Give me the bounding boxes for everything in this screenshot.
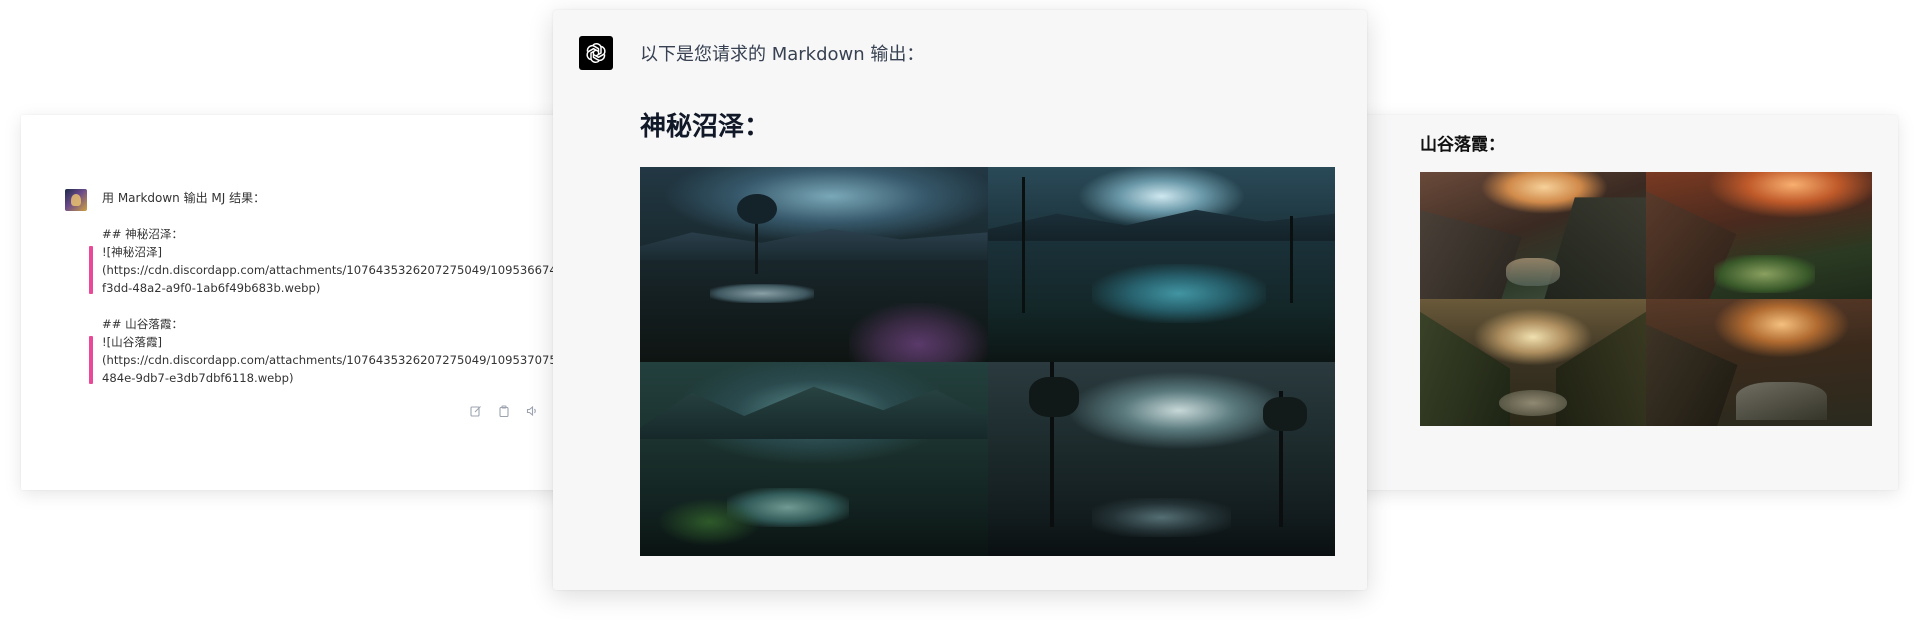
copy-icon[interactable] <box>496 403 512 419</box>
swamp-image-3 <box>640 361 988 556</box>
edit-icon[interactable] <box>468 403 484 419</box>
md-line-2b: (https://cdn.discordapp.com/attachments/… <box>102 353 587 367</box>
quote-bar-2 <box>89 336 93 384</box>
user-message-card: 用 Markdown 输出 MJ 结果： ## 神秘沼泽： ![神秘沼泽] (h… <box>21 115 591 490</box>
md-line-1b: (https://cdn.discordapp.com/attachments/… <box>102 263 587 277</box>
swamp-image-1 <box>640 167 988 362</box>
swamp-image-4 <box>987 361 1335 556</box>
md-line-1c: f3dd-48a2-a9f0-1ab6f49b683b.webp) <box>102 281 321 295</box>
valley-image-2 <box>1646 172 1872 299</box>
swamp-image-grid[interactable] <box>640 167 1335 556</box>
md-heading-1: ## 神秘沼泽： <box>102 227 184 241</box>
chatgpt-logo-icon <box>579 36 613 70</box>
valley-heading: 山谷落霞： <box>1420 135 1505 155</box>
user-avatar <box>65 189 87 211</box>
valley-result-card: 山谷落霞： <box>1352 115 1898 490</box>
valley-image-1 <box>1420 172 1646 299</box>
quote-bar-1 <box>89 246 93 294</box>
speaker-icon[interactable] <box>524 403 540 419</box>
md-line-2a: ![山谷落霞] <box>102 335 163 349</box>
assistant-intro-text: 以下是您请求的 Markdown 输出： <box>640 44 925 65</box>
valley-image-3 <box>1420 299 1646 426</box>
user-prompt: 用 Markdown 输出 MJ 结果： <box>102 191 266 205</box>
swamp-image-2 <box>987 167 1335 362</box>
swamp-heading: 神秘沼泽： <box>640 112 771 142</box>
md-heading-2: ## 山谷落霞： <box>102 317 184 331</box>
message-actions <box>468 403 540 419</box>
assistant-response-card: 以下是您请求的 Markdown 输出： 神秘沼泽： <box>553 10 1367 590</box>
valley-image-4 <box>1646 299 1872 426</box>
valley-image-grid[interactable] <box>1420 172 1872 426</box>
md-line-2c: 484e-9db7-e3db7dbf6118.webp) <box>102 371 294 385</box>
md-line-1a: ![神秘沼泽] <box>102 245 163 259</box>
screenshot-stage: 用 Markdown 输出 MJ 结果： ## 神秘沼泽： ![神秘沼泽] (h… <box>0 0 1920 622</box>
